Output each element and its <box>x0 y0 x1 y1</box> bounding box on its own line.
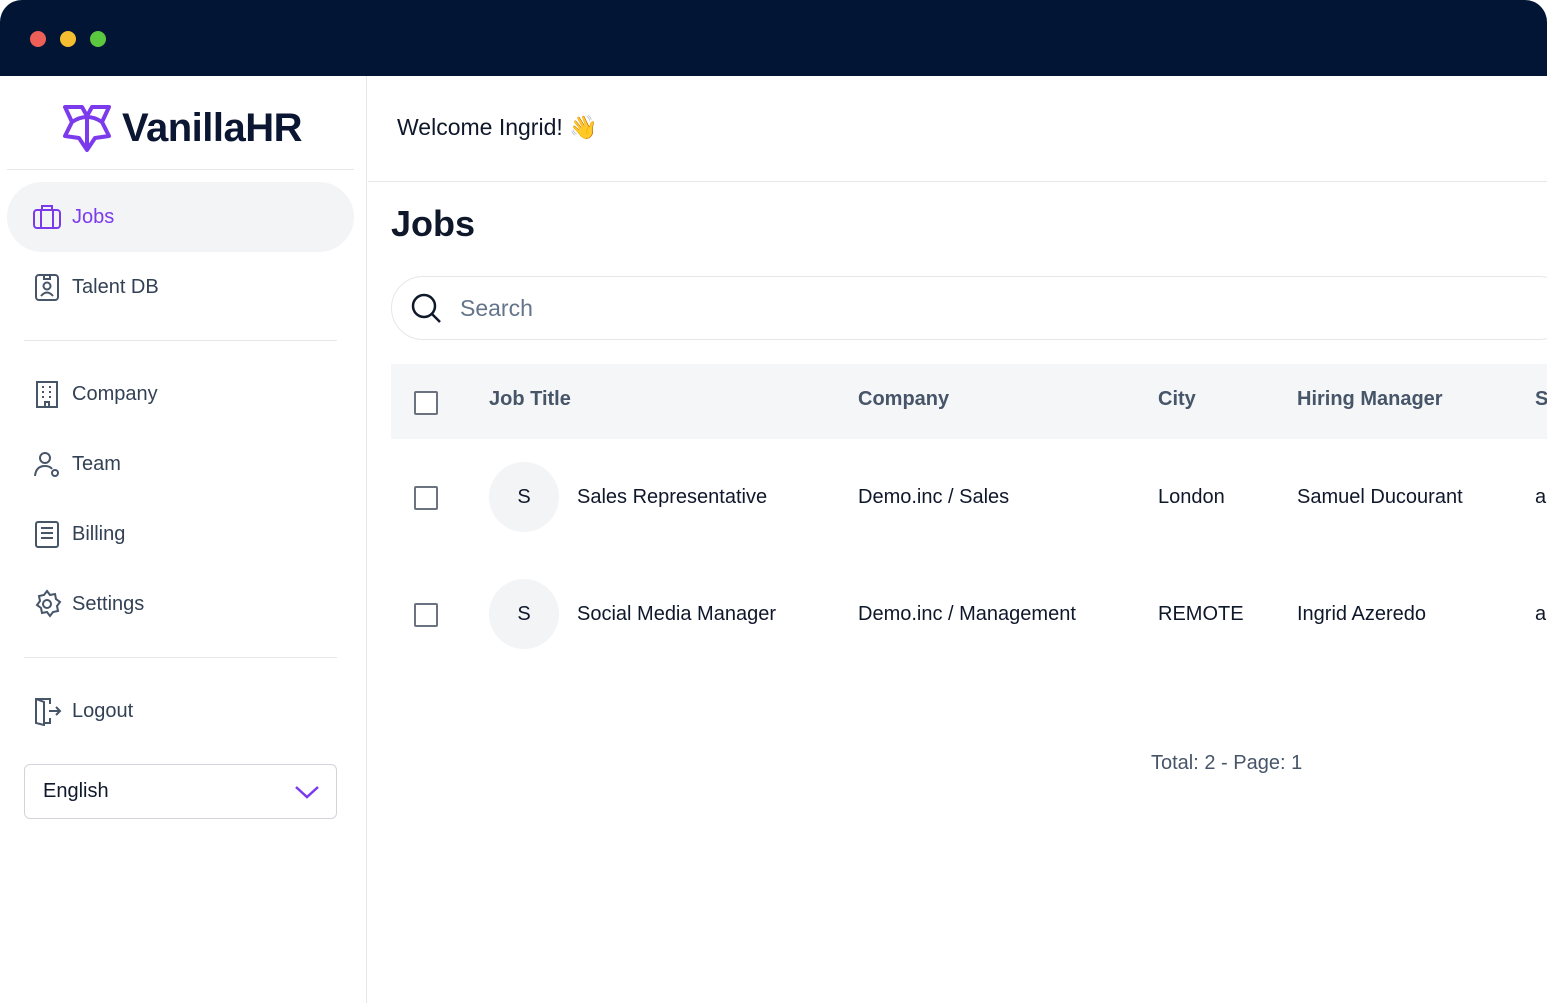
select-all-checkbox[interactable] <box>414 391 438 415</box>
city: REMOTE <box>1158 603 1244 625</box>
job-title[interactable]: Social Media Manager <box>577 603 776 626</box>
building-icon <box>36 381 58 408</box>
sidebar: VanillaHR Jobs Talent DB Company Team Bi… <box>0 76 367 1003</box>
main-content: Welcome Ingrid! 👋 Jobs Job Title Company… <box>368 76 1547 1003</box>
user-icon <box>34 452 59 477</box>
sidebar-item-billing[interactable]: Billing <box>7 499 354 569</box>
hiring-manager: Ingrid Azeredo <box>1297 603 1426 625</box>
sidebar-item-team[interactable]: Team <box>7 429 354 499</box>
hiring-manager: Samuel Ducourant <box>1297 486 1463 508</box>
column-company[interactable]: Company <box>858 388 949 411</box>
company: Demo.inc / Management <box>858 603 1076 625</box>
vanillahr-logo-icon <box>63 105 111 152</box>
search-icon <box>411 293 441 323</box>
avatar: S <box>489 462 559 532</box>
table-row[interactable]: S Social Media Manager Demo.inc / Manage… <box>391 556 1547 673</box>
sidebar-item-label: Jobs <box>72 205 115 228</box>
search-input[interactable] <box>460 294 1360 322</box>
close-window-button[interactable] <box>30 31 46 47</box>
language-value: English <box>43 780 109 802</box>
column-job-title[interactable]: Job Title <box>489 388 571 411</box>
welcome-message: Welcome Ingrid! 👋 <box>397 114 598 140</box>
column-city[interactable]: City <box>1158 388 1196 411</box>
sidebar-item-label: Talent DB <box>72 275 159 298</box>
column-hiring-manager[interactable]: Hiring Manager <box>1297 388 1443 411</box>
company: Demo.inc / Sales <box>858 486 1010 508</box>
sidebar-item-talent-db[interactable]: Talent DB <box>7 252 354 322</box>
sidebar-item-label: Team <box>72 452 121 475</box>
row-checkbox[interactable] <box>414 603 438 627</box>
page-title: Jobs <box>391 203 476 244</box>
avatar: S <box>489 579 559 649</box>
sidebar-item-jobs[interactable]: Jobs <box>7 182 354 252</box>
column-truncated[interactable]: S <box>1535 388 1547 411</box>
sidebar-item-label: Billing <box>72 522 126 545</box>
language-select[interactable]: English <box>24 764 337 819</box>
sidebar-item-company[interactable]: Company <box>7 359 354 429</box>
briefcase-icon <box>33 205 61 229</box>
sidebar-item-label: Company <box>72 382 158 405</box>
maximize-window-button[interactable] <box>90 31 106 47</box>
table-header: Job Title Company City Hiring Manager S <box>391 364 1547 439</box>
minimize-window-button[interactable] <box>60 31 76 47</box>
row-checkbox[interactable] <box>414 486 438 510</box>
window-titlebar <box>0 0 1547 76</box>
table-row[interactable]: S Sales Representative Demo.inc / Sales … <box>391 439 1547 556</box>
sidebar-item-label: Logout <box>72 699 134 722</box>
sidebar-item-label: Settings <box>72 592 145 615</box>
truncated-cell: a <box>1535 603 1547 625</box>
truncated-cell: a <box>1535 486 1547 508</box>
sidebar-item-settings[interactable]: Settings <box>7 569 354 639</box>
pagination-summary: Total: 2 - Page: 1 <box>1151 752 1303 774</box>
city: London <box>1158 486 1225 508</box>
sidebar-item-logout[interactable]: Logout <box>7 676 354 746</box>
brand-name: VanillaHR <box>122 105 303 150</box>
gear-icon <box>35 589 62 618</box>
job-title[interactable]: Sales Representative <box>577 486 767 509</box>
logout-icon <box>35 698 62 726</box>
receipt-icon <box>35 521 59 548</box>
search-bar[interactable] <box>391 276 1547 340</box>
logo: VanillaHR <box>62 104 303 152</box>
chevron-down-icon <box>295 785 319 799</box>
id-badge-icon <box>35 274 59 301</box>
